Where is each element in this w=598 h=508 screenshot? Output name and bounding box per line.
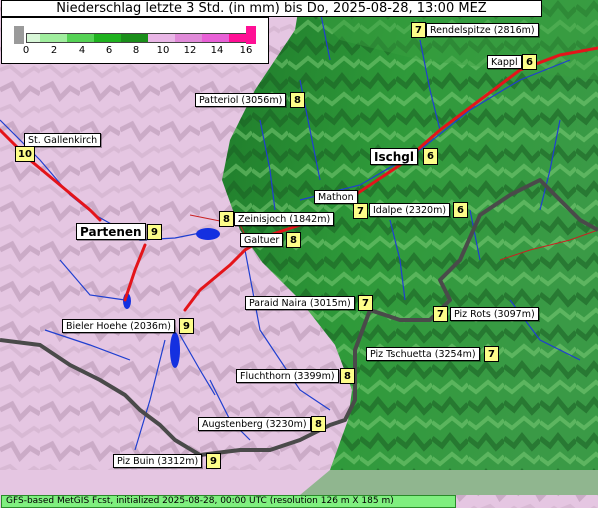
legend-tick: 12: [183, 45, 197, 56]
legend-swatch-0: [27, 34, 40, 42]
legend-swatch-3: [94, 34, 121, 42]
value-rendelspitze: 7: [411, 22, 426, 38]
value-augstenberg: 8: [311, 416, 326, 432]
legend-high-end: [246, 26, 256, 44]
label-mathon: Mathon: [314, 190, 358, 204]
label-piz-tschuetta: Piz Tschuetta (3254m): [366, 347, 480, 361]
legend-low-end: [14, 26, 24, 44]
value-partenen: 9: [147, 224, 162, 240]
legend-tick: 4: [78, 45, 86, 56]
value-galtuer: 8: [286, 232, 301, 248]
value-fluchthorn: 8: [340, 368, 355, 384]
legend-swatch-7: [202, 34, 229, 42]
value-piz-rots: 7: [433, 306, 448, 322]
precipitation-legend: 0 2 4 6 8 10 12 14 16: [1, 17, 269, 64]
label-patteriol: Patteriol (3056m): [195, 93, 287, 107]
label-bieler-hoehe: Bieler Hoehe (2036m): [62, 319, 175, 333]
terrain-layer: [0, 0, 598, 508]
legend-swatch-2: [67, 34, 94, 42]
label-rendelspitze: Rendelspitze (2816m): [426, 23, 539, 37]
legend-tick: 10: [156, 45, 170, 56]
legend-swatch-1: [40, 34, 67, 42]
forecast-footer: GFS-based MetGIS Fcst, initialized 2025-…: [1, 495, 456, 508]
label-piz-rots: Piz Rots (3097m): [450, 307, 539, 321]
value-mathon: 7: [353, 203, 368, 219]
value-kappl: 6: [522, 54, 537, 70]
value-zeinisjoch: 8: [219, 211, 234, 227]
precipitation-map: Niederschlag letzte 3 Std. (in mm) bis D…: [0, 0, 598, 508]
lake-silvretta: [170, 332, 180, 368]
south-green-strip: [300, 470, 598, 495]
label-fluchthorn: Fluchthorn (3399m): [236, 369, 339, 383]
value-paraid-naira: 7: [358, 295, 373, 311]
legend-tick: 16: [239, 45, 253, 56]
value-patteriol: 8: [290, 92, 305, 108]
value-piz-buin: 9: [206, 453, 221, 469]
legend-tick: 14: [210, 45, 224, 56]
label-st-gallenkirch: St. Gallenkirch: [24, 133, 102, 147]
legend-tick: 0: [22, 45, 30, 56]
label-galtuer: Galtuer: [240, 233, 284, 247]
legend-swatch-6: [175, 34, 202, 42]
label-ischgl: Ischgl: [370, 148, 418, 165]
label-paraid-naira: Paraid Naira (3015m): [245, 296, 355, 310]
value-idalpe: 6: [453, 202, 468, 218]
legend-ticks: 0 2 4 6 8 10 12 14 16: [2, 45, 270, 59]
legend-swatch-4: [121, 34, 148, 42]
label-partenen: Partenen: [76, 223, 146, 240]
legend-swatch-8: [229, 34, 246, 42]
value-piz-tschuetta: 7: [484, 346, 499, 362]
label-kappl: Kappl: [487, 55, 522, 69]
map-title: Niederschlag letzte 3 Std. (in mm) bis D…: [1, 0, 542, 17]
label-idalpe: Idalpe (2320m): [369, 203, 451, 217]
legend-tick: 6: [105, 45, 113, 56]
legend-swatch-5: [148, 34, 175, 42]
legend-tick: 8: [132, 45, 140, 56]
label-piz-buin: Piz Buin (3312m): [113, 454, 203, 468]
value-ischgl: 6: [423, 148, 438, 165]
label-zeinisjoch: Zeinisjoch (1842m): [234, 212, 335, 226]
lake-kops: [196, 228, 220, 240]
legend-color-bar: [26, 33, 247, 43]
label-augstenberg: Augstenberg (3230m): [198, 417, 311, 431]
legend-tick: 2: [50, 45, 58, 56]
value-bieler-hoehe: 9: [179, 318, 194, 334]
value-st-gallenkirch: 10: [15, 146, 35, 162]
